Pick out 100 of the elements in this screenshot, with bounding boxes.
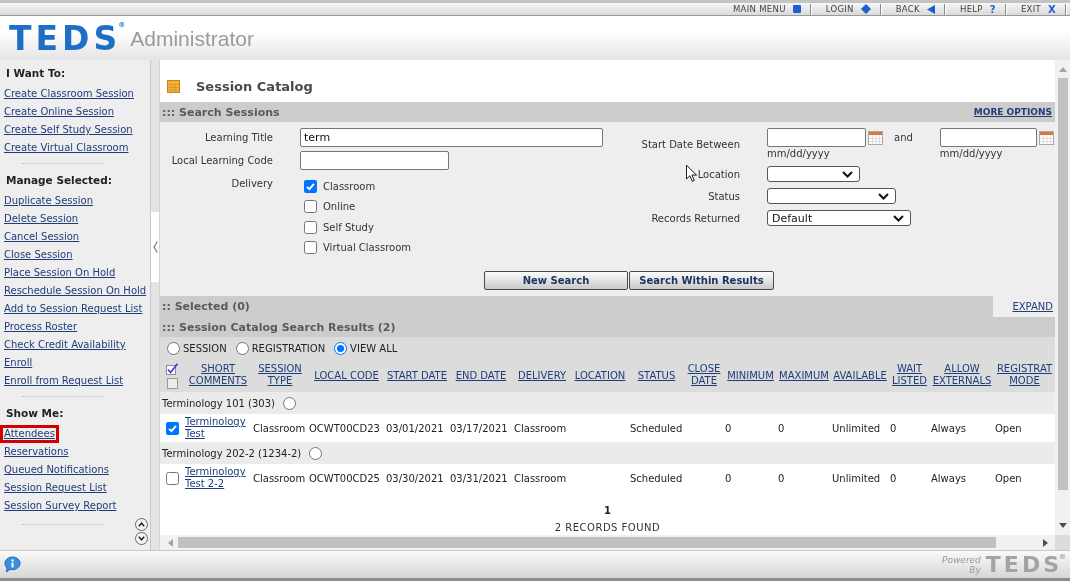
scroll-left-arrow-icon[interactable] — [168, 538, 173, 547]
sidebar-link[interactable]: Close Session — [0, 246, 77, 264]
delivery-option[interactable]: Virtual Classroom — [304, 237, 412, 258]
delivery-option[interactable]: Online — [304, 196, 356, 217]
nav-link[interactable]: LOGIN — [811, 3, 880, 15]
column-header-link[interactable]: LOCATION — [574, 370, 626, 382]
nav-link[interactable]: HELP ? — [945, 3, 1005, 15]
sidebar-link[interactable]: Reservations — [0, 443, 73, 461]
search-button[interactable]: Search Within Results — [629, 271, 774, 290]
table-cell-text: 03/01/2021 — [385, 422, 445, 434]
checkbox[interactable] — [304, 241, 317, 255]
column-header-link[interactable]: MAXIMUM — [779, 370, 829, 382]
view-option[interactable]: REGISTRATION — [235, 342, 326, 355]
info-icon[interactable] — [4, 556, 21, 573]
sidebar-link[interactable]: Reschedule Session On Hold — [0, 282, 151, 300]
checkbox[interactable] — [166, 377, 178, 389]
table-cell-text: 03/17/2021 — [449, 422, 509, 434]
table-cell-text: 03/31/2021 — [449, 472, 509, 484]
radio-button[interactable] — [235, 342, 249, 355]
column-header-link[interactable]: SESSION TYPE — [253, 363, 307, 387]
vertical-scrollbar[interactable] — [1055, 60, 1070, 535]
sidebar-link[interactable]: Process Roster — [0, 318, 82, 336]
sidebar-link[interactable]: Create Classroom Session — [0, 85, 138, 103]
checkbox[interactable] — [304, 200, 317, 214]
view-option[interactable]: VIEW ALL — [334, 342, 398, 355]
sidebar-link[interactable]: Attendees — [0, 425, 59, 443]
sidebar-link[interactable]: Enroll — [0, 354, 37, 372]
column-header-link[interactable]: SHORT COMMENTS — [185, 363, 251, 387]
more-options-link[interactable]: MORE OPTIONS — [973, 107, 1052, 117]
column-header-link[interactable]: DELIVERY — [517, 370, 567, 382]
checkbox[interactable] — [304, 220, 317, 234]
sidebar-link[interactable]: Duplicate Session — [0, 192, 97, 210]
sidebar-link[interactable]: Session Request List — [0, 479, 111, 497]
scroll-up-button[interactable] — [135, 518, 148, 531]
column-header-link[interactable]: CLOSE DATE — [685, 363, 723, 387]
column-header-link[interactable]: START DATE — [386, 370, 447, 382]
checkbox[interactable] — [165, 421, 179, 435]
radio-button[interactable] — [334, 342, 348, 355]
table-cell-text: 0 — [889, 422, 898, 434]
table-cell-text: Classroom — [513, 472, 568, 484]
checkbox[interactable] — [165, 471, 179, 485]
dropdown-select[interactable] — [767, 166, 860, 182]
column-header-link[interactable]: WAIT LISTED — [890, 363, 929, 387]
sidebar-link[interactable]: Enroll from Request List — [0, 372, 128, 390]
scrollbar-corner — [1055, 535, 1070, 550]
grid-tile-icon — [167, 79, 180, 93]
sidebar-link[interactable]: Place Session On Hold — [0, 264, 120, 282]
calendar-icon[interactable] — [868, 130, 883, 145]
nav-link[interactable]: BACK — [881, 3, 944, 15]
expand-link[interactable]: EXPAND — [1012, 301, 1053, 312]
checkbox[interactable] — [304, 179, 317, 193]
delivery-option[interactable]: Self Study — [304, 217, 374, 238]
column-header-link[interactable]: AVAILABLE — [833, 370, 887, 382]
sidebar-link[interactable]: Session Survey Report — [0, 497, 121, 515]
scroll-up-arrow-icon[interactable] — [1058, 67, 1067, 72]
dropdown-select[interactable] — [767, 188, 896, 204]
scroll-right-arrow-icon[interactable] — [1043, 538, 1048, 547]
page-number[interactable]: 1 — [604, 505, 611, 516]
nav-link[interactable]: EXIT X — [1006, 3, 1065, 15]
calendar-icon[interactable] — [1038, 130, 1054, 145]
check-all-icon[interactable] — [166, 362, 178, 375]
sidebar-link[interactable]: Check Credit Availability — [0, 336, 130, 354]
sidebar-link[interactable]: Cancel Session — [0, 228, 84, 246]
search-button[interactable]: New Search — [484, 271, 628, 290]
table-cell-text: 03/30/2021 — [385, 472, 445, 484]
learning-title-field[interactable]: term — [300, 128, 603, 147]
column-header-link[interactable]: ALLOW EXTERNALS — [931, 363, 993, 387]
column-header-link[interactable]: REGISTRAT MODE — [995, 363, 1054, 387]
radio-button[interactable] — [309, 446, 323, 460]
horizontal-scrollbar[interactable] — [160, 535, 1055, 550]
collapse-sidebar-button[interactable] — [151, 212, 159, 282]
start-date-field[interactable] — [767, 128, 866, 147]
end-date-field[interactable] — [939, 128, 1037, 147]
column-header-link[interactable]: MINIMUM — [727, 370, 774, 382]
scroll-down-button[interactable] — [135, 532, 148, 545]
scrollbar-thumb[interactable] — [1057, 78, 1068, 490]
field-label: Delivery — [231, 178, 273, 189]
dropdown-select[interactable]: Default — [767, 210, 911, 226]
column-header-link[interactable]: STATUS — [637, 370, 676, 382]
session-link[interactable]: Terminology Test — [185, 416, 251, 440]
local-learning-code-field[interactable] — [300, 151, 449, 170]
field-label: Local Learning Code — [171, 155, 273, 166]
scrollbar-thumb[interactable] — [178, 537, 996, 548]
sidebar-link[interactable]: Create Online Session — [0, 103, 118, 121]
sidebar-link[interactable]: Create Self Study Session — [0, 121, 137, 139]
nav-link[interactable]: MAIN MENU — [718, 3, 810, 15]
delivery-option[interactable]: Classroom — [304, 176, 376, 197]
sidebar-link[interactable]: Delete Session — [0, 210, 83, 228]
scroll-down-arrow-icon[interactable] — [1058, 523, 1067, 528]
column-header-link[interactable]: LOCAL CODE — [314, 370, 379, 382]
sidebar-link[interactable]: Queued Notifications — [0, 461, 113, 479]
sidebar-link[interactable]: Add to Session Request List — [0, 300, 147, 318]
radio-button[interactable] — [282, 396, 296, 410]
column-header-link[interactable]: END DATE — [455, 370, 507, 382]
radio-button[interactable] — [167, 342, 180, 355]
chevron-left-icon — [152, 241, 158, 253]
sidebar-link[interactable]: Create Virtual Classroom — [0, 139, 133, 157]
session-link[interactable]: Terminology Test 2-2 — [185, 466, 251, 490]
date-format-hint: mm/dd/yyyy — [939, 147, 1003, 160]
view-option[interactable]: SESSION — [167, 342, 227, 355]
